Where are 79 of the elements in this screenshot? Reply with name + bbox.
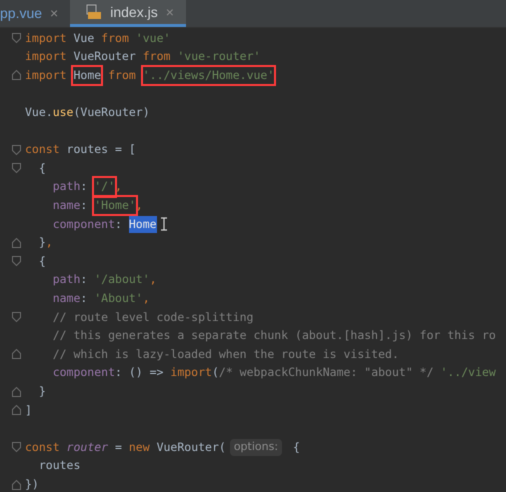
- code-comment: /* webpackChunkName: "about" */: [218, 364, 435, 382]
- parameter-hint: options:: [230, 439, 282, 456]
- code-text: {: [292, 438, 300, 456]
- code-text: ]: [25, 402, 32, 419]
- keyword: const: [25, 438, 61, 456]
- fold-icon[interactable]: [12, 405, 21, 416]
- fold-icon[interactable]: [12, 386, 21, 397]
- code-comment: // this generates a separate chunk (about.[hash].js) for this ro: [52, 327, 496, 344]
- keyword: from: [107, 66, 137, 84]
- property-name: name: [52, 197, 80, 214]
- code-comment: // which is lazy-loaded when the route is visited.: [52, 346, 399, 363]
- code-text: VueRouter: [73, 48, 137, 66]
- keyword: const: [25, 141, 61, 158]
- code-text: :: [80, 290, 88, 307]
- keyword: ,: [142, 290, 150, 307]
- string-literal: '/': [94, 178, 116, 196]
- keyword: import: [25, 66, 68, 84]
- code-text: Vue: [73, 30, 96, 47]
- keyword: import: [25, 48, 68, 66]
- code-text: VueRouter(: [156, 438, 226, 456]
- keyword: ,: [115, 178, 122, 196]
- fold-icon[interactable]: [12, 238, 21, 248]
- code-text: }: [38, 234, 46, 252]
- close-icon[interactable]: ×: [166, 2, 174, 22]
- close-icon[interactable]: ×: [50, 3, 58, 24]
- code-text: (: [212, 364, 219, 382]
- property-name: component: [52, 216, 116, 233]
- property-name: path: [52, 178, 80, 196]
- editor-tab[interactable]: index.js ×: [70, 0, 186, 27]
- fold-icon[interactable]: [12, 33, 21, 44]
- code-text: =: [114, 438, 123, 456]
- code-text: Home: [73, 66, 102, 84]
- code-text: (VueRouter): [73, 104, 150, 122]
- string-literal: '../view: [440, 364, 496, 382]
- keyword: from: [101, 30, 130, 47]
- string-literal: '/about': [94, 271, 150, 288]
- string-literal: 'Home': [94, 197, 136, 214]
- fold-icon[interactable]: [12, 144, 21, 155]
- keyword: import: [25, 30, 68, 47]
- fold-icon[interactable]: [12, 480, 21, 490]
- code-text: :: [115, 216, 123, 233]
- keyword: from: [142, 48, 172, 66]
- property-name: path: [52, 271, 80, 288]
- keyword: ,: [46, 234, 53, 252]
- property-name: component: [52, 364, 116, 382]
- code-text: }: [38, 382, 46, 400]
- variable-name: router: [66, 438, 108, 456]
- fold-icon[interactable]: [12, 70, 21, 80]
- fold-icon[interactable]: [12, 312, 21, 322]
- string-literal: 'vue': [136, 30, 170, 47]
- code-text: routes: [38, 457, 80, 474]
- code-text: :: [80, 197, 88, 214]
- code-text: :: [80, 271, 88, 288]
- code-text: }): [25, 476, 39, 492]
- code-text: :: [80, 178, 88, 196]
- keyword: ,: [136, 197, 143, 214]
- tab-label: index.js: [110, 2, 158, 22]
- string-literal: 'vue-router': [177, 48, 260, 66]
- fold-icon[interactable]: [12, 163, 21, 174]
- tab-label: pp.vue: [0, 4, 42, 23]
- keyword: new: [128, 438, 151, 456]
- fold-icon[interactable]: [12, 349, 21, 360]
- code-comment: // route level code-splitting: [52, 308, 254, 326]
- code-text: : () =>: [115, 364, 164, 382]
- code-text: {: [38, 252, 46, 270]
- string-literal: 'About': [94, 290, 143, 307]
- js-file-icon: [86, 4, 102, 20]
- fold-icon[interactable]: [12, 256, 21, 266]
- fold-icon[interactable]: [12, 442, 21, 452]
- string-literal: '../views/Home.vue': [142, 66, 274, 84]
- code-text: routes = [: [66, 141, 136, 158]
- keyword: import: [170, 364, 212, 382]
- editor-tab[interactable]: pp.vue ×: [0, 0, 70, 27]
- code-text: Vue.: [25, 104, 53, 122]
- code-text: Home: [128, 216, 157, 233]
- function-name: use: [52, 104, 74, 122]
- property-name: name: [52, 290, 80, 307]
- code-text: {: [38, 160, 46, 177]
- keyword: ,: [150, 271, 157, 288]
